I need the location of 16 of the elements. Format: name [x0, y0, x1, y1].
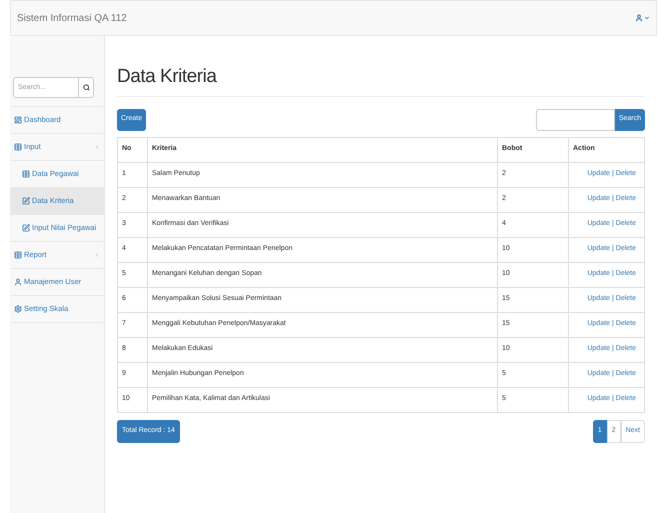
page-title: Data Kriteria — [117, 63, 645, 96]
edit-icon — [22, 197, 30, 205]
user-icon — [635, 14, 643, 22]
brand-title[interactable]: Sistem Informasi QA 112 — [17, 10, 127, 26]
table-icon — [14, 251, 22, 259]
dashboard-icon — [14, 116, 22, 124]
user-menu-button[interactable] — [635, 14, 650, 22]
table-icon — [22, 170, 30, 178]
table-icon — [14, 143, 22, 151]
settings-icon — [14, 305, 22, 313]
caret-icon — [644, 15, 650, 21]
search-button[interactable] — [79, 77, 94, 98]
user-icon — [14, 278, 22, 286]
search-field[interactable] — [536, 108, 615, 130]
search-icon — [82, 84, 90, 91]
edit-icon — [22, 224, 30, 232]
